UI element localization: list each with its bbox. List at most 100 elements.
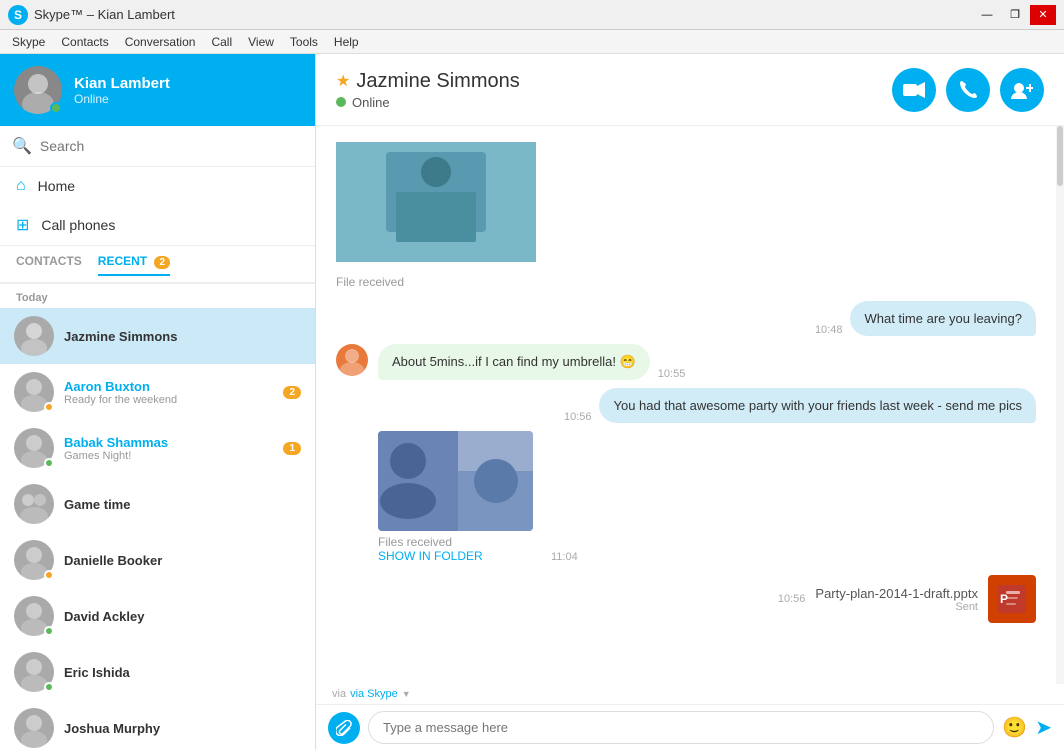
received-photos-block: Files received SHOW IN FOLDER 11:04 bbox=[336, 431, 1036, 563]
contact-item-eric-ishida[interactable]: Eric Ishida bbox=[0, 644, 315, 700]
home-icon: ⌂ bbox=[16, 177, 26, 195]
profile-avatar[interactable] bbox=[14, 66, 62, 114]
contact-avatar-img-jazmine bbox=[14, 316, 54, 356]
online-status-dot bbox=[336, 97, 346, 107]
file-received-label: File received bbox=[336, 275, 1036, 289]
msg-time-1048: 10:48 bbox=[815, 324, 843, 336]
dialpad-icon: ⊞ bbox=[16, 215, 29, 235]
chat-area: File received 10:48 What time are you le… bbox=[316, 126, 1056, 684]
minimize-button[interactable]: — bbox=[974, 5, 1000, 25]
tab-recent[interactable]: RECENT 2 bbox=[98, 254, 170, 276]
message-input[interactable] bbox=[368, 711, 994, 744]
profile-status: Online bbox=[74, 92, 170, 106]
emoji-button[interactable]: 🙂 bbox=[1002, 715, 1027, 740]
menu-conversation[interactable]: Conversation bbox=[117, 33, 204, 51]
right-panel: ★ Jazmine Simmons Online bbox=[316, 54, 1064, 750]
received-photos-images bbox=[378, 431, 533, 531]
recv-avatar-jazmine-2 bbox=[336, 431, 368, 468]
profile-name: Kian Lambert bbox=[74, 75, 170, 92]
chat-contact-details: ★ Jazmine Simmons Online bbox=[336, 70, 520, 110]
contact-avatar-jazmine bbox=[14, 316, 54, 356]
tab-contacts[interactable]: CONTACTS bbox=[16, 254, 82, 276]
contact-item-danielle-booker[interactable]: Danielle Booker bbox=[0, 532, 315, 588]
contact-avatar-joshua bbox=[14, 708, 54, 748]
contact-avatar-eric bbox=[14, 652, 54, 692]
contact-item-game-time[interactable]: Game time bbox=[0, 476, 315, 532]
received-photo bbox=[336, 142, 536, 262]
sent-file-block: 10:56 Party-plan-2014-1-draft.pptx Sent … bbox=[336, 575, 1036, 623]
contact-item-jazmine-simmons[interactable]: Jazmine Simmons bbox=[0, 308, 315, 364]
recv-bubble-5mins: About 5mins...if I can find my umbrella!… bbox=[378, 344, 650, 380]
attach-button[interactable] bbox=[328, 712, 360, 744]
contact-name-david: David Ackley bbox=[64, 609, 301, 624]
search-icon: 🔍 bbox=[12, 136, 32, 156]
chat-contact-name: Jazmine Simmons bbox=[356, 70, 519, 93]
sent-bubble-party: You had that awesome party with your fri… bbox=[599, 388, 1036, 423]
contact-name-joshua: Joshua Murphy bbox=[64, 721, 301, 736]
menu-tools[interactable]: Tools bbox=[282, 33, 326, 51]
contact-item-aaron-buxton[interactable]: Aaron Buxton Ready for the weekend 2 bbox=[0, 364, 315, 420]
menu-view[interactable]: View bbox=[240, 33, 282, 51]
star-icon[interactable]: ★ bbox=[336, 71, 350, 91]
contact-info-eric: Eric Ishida bbox=[64, 665, 301, 680]
header-actions bbox=[892, 68, 1044, 112]
nav-call-phones-label: Call phones bbox=[41, 217, 115, 233]
status-dot-babak bbox=[44, 458, 54, 468]
via-skype-bar: via via Skype ▼ bbox=[316, 684, 1064, 704]
menu-call[interactable]: Call bbox=[203, 33, 240, 51]
sent-message-party: 10:56 You had that awesome party with yo… bbox=[336, 388, 1036, 423]
msg-time-1104: 11:04 bbox=[551, 551, 578, 563]
video-call-button[interactable] bbox=[892, 68, 936, 112]
recv-avatar-jazmine bbox=[336, 344, 368, 376]
contact-info-game-time: Game time bbox=[64, 497, 301, 512]
contact-info-joshua: Joshua Murphy bbox=[64, 721, 301, 736]
chevron-down-icon: ▼ bbox=[402, 689, 411, 699]
received-photo-1 bbox=[378, 431, 533, 531]
via-skype-link[interactable]: via Skype bbox=[350, 688, 398, 700]
send-button[interactable]: ➤ bbox=[1035, 715, 1052, 740]
contact-avatar-david bbox=[14, 596, 54, 636]
title-bar: S Skype™ – Kian Lambert — ❐ ✕ bbox=[0, 0, 1064, 30]
sent-bubble-leaving: What time are you leaving? bbox=[850, 301, 1036, 336]
contact-item-babak-shammas[interactable]: Babak Shammas Games Night! 1 bbox=[0, 420, 315, 476]
chat-scrollbar[interactable] bbox=[1056, 126, 1064, 684]
contact-name-babak: Babak Shammas bbox=[64, 435, 273, 450]
message-input-bar: 🙂 ➤ bbox=[316, 704, 1064, 750]
msg-time-1056a: 10:56 bbox=[564, 411, 592, 423]
received-message-5mins: About 5mins...if I can find my umbrella!… bbox=[336, 344, 1036, 380]
contact-avatar-danielle bbox=[14, 540, 54, 580]
voice-call-button[interactable] bbox=[946, 68, 990, 112]
contact-info-jazmine: Jazmine Simmons bbox=[64, 329, 301, 344]
contact-avatar-babak bbox=[14, 428, 54, 468]
contact-item-joshua-murphy[interactable]: Joshua Murphy bbox=[0, 700, 315, 750]
menu-skype[interactable]: Skype bbox=[4, 33, 53, 51]
via-label: via bbox=[332, 688, 346, 700]
contact-name-danielle: Danielle Booker bbox=[64, 553, 301, 568]
menu-help[interactable]: Help bbox=[326, 33, 367, 51]
contact-item-david-ackley[interactable]: David Ackley bbox=[0, 588, 315, 644]
skype-logo-icon: S bbox=[8, 5, 28, 25]
restore-button[interactable]: ❐ bbox=[1002, 5, 1028, 25]
sent-message-leaving: 10:48 What time are you leaving? bbox=[336, 301, 1036, 336]
contact-list: Today Jazmine Simmons bbox=[0, 284, 315, 750]
profile-info: Kian Lambert Online bbox=[74, 75, 170, 106]
nav-home[interactable]: ⌂ Home bbox=[0, 167, 315, 205]
close-button[interactable]: ✕ bbox=[1030, 5, 1056, 25]
show-in-folder-link[interactable]: SHOW IN FOLDER bbox=[378, 549, 533, 563]
sent-file-name: Party-plan-2014-1-draft.pptx bbox=[815, 586, 978, 601]
search-bar: 🔍 bbox=[0, 126, 315, 167]
contact-info-danielle: Danielle Booker bbox=[64, 553, 301, 568]
scrollbar-thumb[interactable] bbox=[1057, 126, 1063, 186]
status-dot-danielle bbox=[44, 570, 54, 580]
status-dot-aaron bbox=[44, 402, 54, 412]
nav-call-phones[interactable]: ⊞ Call phones bbox=[0, 205, 315, 245]
contact-avatar-game-time bbox=[14, 484, 54, 524]
msg-time-1056b: 10:56 bbox=[778, 593, 806, 605]
sent-file-label: Sent bbox=[815, 601, 978, 613]
add-contact-button[interactable] bbox=[1000, 68, 1044, 112]
tabs: CONTACTS RECENT 2 bbox=[0, 246, 315, 284]
menu-contacts[interactable]: Contacts bbox=[53, 33, 116, 51]
status-dot-david bbox=[44, 626, 54, 636]
search-input[interactable] bbox=[40, 138, 303, 154]
contact-name-aaron: Aaron Buxton bbox=[64, 379, 273, 394]
